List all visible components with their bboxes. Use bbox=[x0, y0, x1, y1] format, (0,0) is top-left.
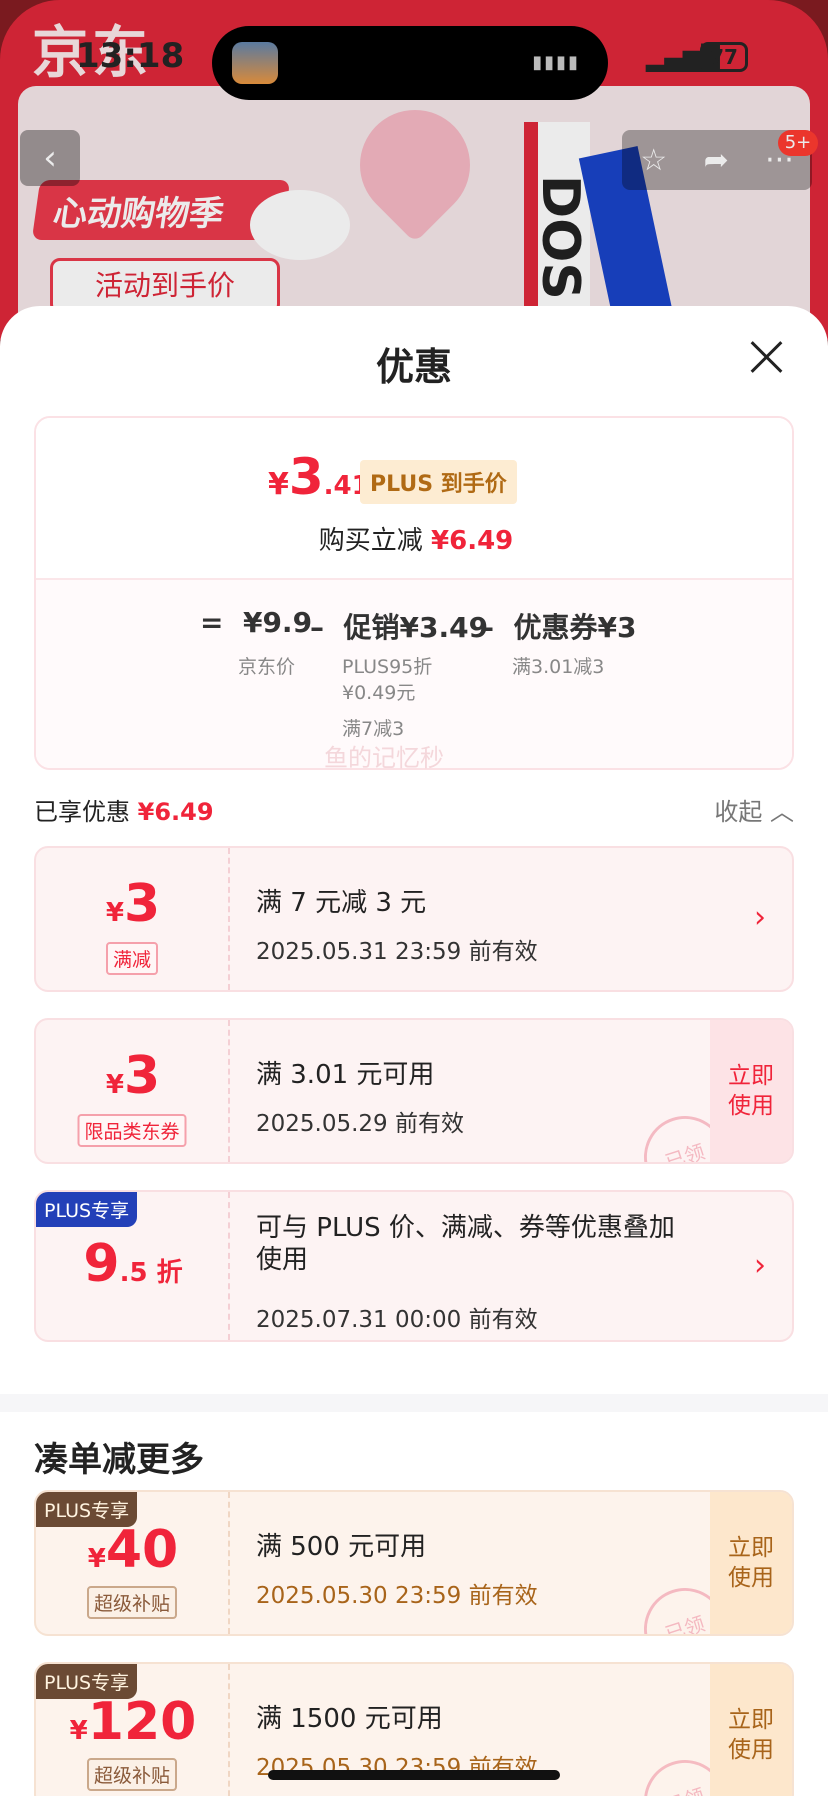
coupon-expiry: 2025.05.31 23:59 前有效 bbox=[256, 939, 538, 965]
calc-coupon-sub: 满3.01减3 bbox=[512, 656, 605, 678]
chevron-right-icon[interactable]: › bbox=[754, 1248, 766, 1283]
calc-promo: – 促销¥3.49 bbox=[310, 611, 489, 644]
watermark: 鱼的记忆秒 bbox=[324, 744, 444, 772]
calc-promo-sub: PLUS95折 ¥0.49元 满7减3 bbox=[342, 656, 433, 740]
battery-icon: 77 bbox=[700, 42, 748, 72]
use-now-button[interactable]: 立即使用 bbox=[710, 1492, 792, 1634]
final-price: ¥3.41 bbox=[268, 448, 370, 506]
calc-original: = ¥9.9 bbox=[200, 606, 313, 639]
calc-coupon: – 优惠券¥3 bbox=[480, 611, 637, 644]
discount-rate: 9.5 折 bbox=[83, 1234, 183, 1294]
coupon-card[interactable]: PLUS专享 ¥40 超级补贴 满 500 元可用 2025.05.30 23:… bbox=[34, 1490, 794, 1636]
coupon-condition: 满 1500 元可用 bbox=[256, 1704, 443, 1734]
coupon-card[interactable]: ¥3 限品类东券 满 3.01 元可用 2025.05.29 前有效 已领 立即… bbox=[34, 1018, 794, 1164]
coupon-expiry: 2025.05.30 23:59 前有效 bbox=[256, 1583, 538, 1609]
coupon-expiry: 2025.07.31 00:00 前有效 bbox=[256, 1307, 538, 1333]
coupon-card[interactable]: ¥3 满减 满 7 元减 3 元 2025.05.31 23:59 前有效 › bbox=[34, 846, 794, 992]
collapse-button[interactable]: 收起 ︿ bbox=[714, 792, 794, 827]
use-now-button[interactable]: 立即使用 bbox=[710, 1664, 792, 1796]
coupon-condition: 满 500 元可用 bbox=[256, 1532, 427, 1562]
coupon-card[interactable]: PLUS专享 9.5 折 可与 PLUS 价、满减、券等优惠叠加 使用 2025… bbox=[34, 1190, 794, 1342]
calc-original-sub: 京东价 bbox=[238, 656, 296, 678]
sheet-title: 优惠 bbox=[375, 345, 452, 389]
use-now-button[interactable]: 立即使用 bbox=[710, 1020, 792, 1162]
home-indicator[interactable] bbox=[268, 1770, 560, 1780]
dynamic-island: ▮▮▮▮ bbox=[212, 26, 608, 100]
coupon-type-tag: 超级补贴 bbox=[86, 1586, 178, 1619]
plus-price-tag: PLUS 到手价 bbox=[360, 460, 517, 504]
coupon-type-tag: 满减 bbox=[105, 942, 159, 975]
section-divider bbox=[0, 1394, 828, 1412]
close-icon[interactable] bbox=[750, 340, 784, 374]
coupon-type-tag: 超级补贴 bbox=[86, 1758, 178, 1791]
coupon-condition: 可与 PLUS 价、满减、券等优惠叠加 使用 bbox=[256, 1213, 675, 1275]
save-line: 购买立减 ¥6.49 bbox=[318, 526, 514, 556]
more-discounts-title: 凑单减更多 bbox=[34, 1440, 204, 1480]
plus-exclusive-badge: PLUS专享 bbox=[36, 1192, 138, 1227]
album-art-icon bbox=[232, 42, 278, 84]
coupon-expiry: 2025.05.29 前有效 bbox=[256, 1111, 464, 1137]
audio-wave-icon: ▮▮▮▮ bbox=[532, 52, 580, 73]
enjoyed-discount: 已享优惠 ¥6.49 bbox=[34, 798, 214, 826]
chevron-right-icon[interactable]: › bbox=[754, 900, 766, 935]
coupon-condition: 满 3.01 元可用 bbox=[256, 1060, 435, 1090]
chevron-up-icon: ︿ bbox=[770, 798, 794, 826]
discount-sheet: 优惠 ¥3.41 PLUS 到手价 购买立减 ¥6.49 = ¥9.9 京东价 … bbox=[0, 306, 828, 1796]
coupon-type-tag: 限品类东券 bbox=[77, 1114, 187, 1147]
price-summary: ¥3.41 PLUS 到手价 购买立减 ¥6.49 = ¥9.9 京东价 – 促… bbox=[34, 416, 794, 770]
coupon-condition: 满 7 元减 3 元 bbox=[256, 888, 427, 918]
status-time: 13:18 bbox=[76, 36, 185, 76]
